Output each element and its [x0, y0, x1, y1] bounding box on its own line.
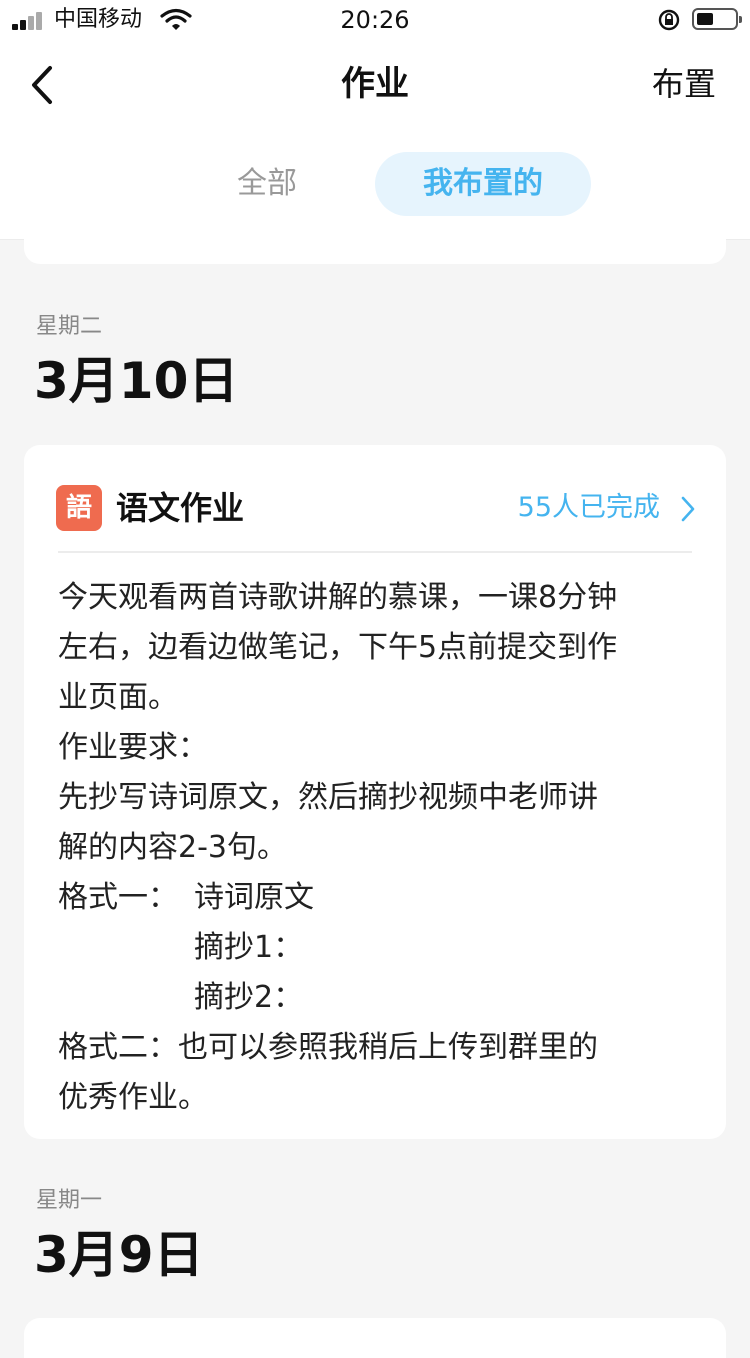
page-title: 作业 [341, 64, 409, 104]
battery-icon [692, 8, 742, 30]
assignment-text-line: 业页面。 [58, 680, 178, 715]
assign-button[interactable]: 布置 [652, 62, 716, 106]
section-weekday: 星期二 [36, 314, 103, 339]
divider [58, 551, 692, 553]
assignment-text-line: 解的内容2-3句。 [58, 830, 287, 865]
assignment-text-line: 格式一： [58, 880, 178, 915]
assignment-text-line: 今天观看两首诗歌讲解的慕课，一课8分钟 [58, 580, 618, 615]
assignment-text-line: 作业要求： [58, 730, 208, 765]
rotation-lock-icon [658, 9, 680, 31]
assignment-text-line: 左右，边看边做笔记，下午5点前提交到作 [58, 630, 618, 665]
section-date: 3月10日 [34, 352, 239, 410]
assignment-text-line: 优秀作业。 [58, 1080, 208, 1115]
chinese-subject-icon: 語 [56, 485, 102, 531]
chevron-right-icon[interactable] [680, 495, 696, 523]
assignment-text-line: 摘抄2： [194, 980, 304, 1015]
status-bar: 中国移动 20:26 [0, 0, 750, 40]
assignment-title: 语文作业 [116, 489, 245, 527]
section-date: 3月9日 [34, 1226, 204, 1284]
section-weekday: 星期一 [36, 1188, 103, 1213]
status-time: 20:26 [340, 6, 410, 34]
nav-bar: 作业 布置 [0, 40, 750, 130]
tab-all[interactable]: 全部 [210, 152, 324, 216]
completion-count-link[interactable]: 55人已完成 [518, 487, 660, 529]
header: 中国移动 20:26 作业 布置 全部 我布置的 [0, 0, 750, 240]
assignment-card[interactable]: 語 语文作业 55人已完成 今天观看两首诗歌讲解的慕课，一课8分钟 左右，边看边… [24, 445, 726, 1139]
assignment-text-line: 诗词原文 [194, 880, 314, 915]
previous-card-bottom [24, 228, 726, 264]
next-card-top [24, 1318, 726, 1358]
assignment-text-line: 格式二：也可以参照我稍后上传到群里的 [58, 1030, 598, 1065]
assignment-text-line: 先抄写诗词原文，然后摘抄视频中老师讲 [58, 780, 598, 815]
tab-my-assigned[interactable]: 我布置的 [375, 152, 591, 216]
assignment-text-line: 摘抄1： [194, 930, 304, 965]
